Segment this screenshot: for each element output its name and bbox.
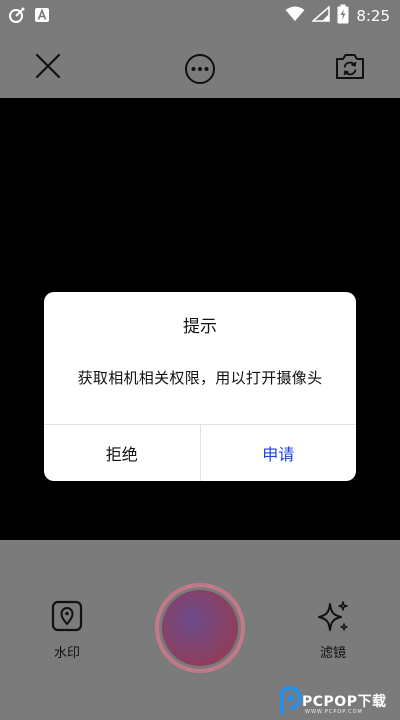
top-bar [0,30,400,98]
status-time: 8:25 [356,7,390,25]
switch-camera-icon [334,51,366,85]
sparkle-icon [316,600,350,638]
watermark-label: 水印 [53,646,80,661]
switch-camera-button[interactable] [334,52,366,84]
battery-charging-icon [337,4,349,28]
filter-button[interactable]: 滤镜 [308,600,358,661]
pcpop-logo-icon [278,686,302,720]
filter-label: 滤镜 [319,646,346,661]
satellite-dish-icon [8,6,26,28]
location-pin-icon [51,600,83,638]
close-icon [35,53,61,83]
signal-icon [311,5,331,26]
wifi-icon [285,6,305,26]
watermark-button[interactable]: 水印 [42,600,92,661]
more-options-button[interactable] [183,54,217,88]
status-bar: 8:25 [0,0,400,30]
app-a-icon [34,7,50,27]
more-options-icon [184,53,216,89]
site-watermark: PCPOP下载 WWW.PCPOP.COM [276,683,400,720]
dialog-title: 提示 [183,317,217,337]
reject-button[interactable]: 拒绝 [44,425,200,481]
site-watermark-subtext: WWW.PCPOP.COM [305,709,363,715]
close-button[interactable] [32,52,64,84]
permission-dialog: 提示 获取相机相关权限，用以打开摄像头 拒绝 申请 [44,292,356,481]
site-watermark-text: PCPOP下载 [302,694,387,710]
dialog-message: 获取相机相关权限，用以打开摄像头 [77,369,323,387]
apply-button[interactable]: 申请 [201,425,357,481]
dialog-actions: 拒绝 申请 [44,424,356,481]
shutter-button[interactable] [155,583,245,673]
shutter-inner [162,590,238,666]
